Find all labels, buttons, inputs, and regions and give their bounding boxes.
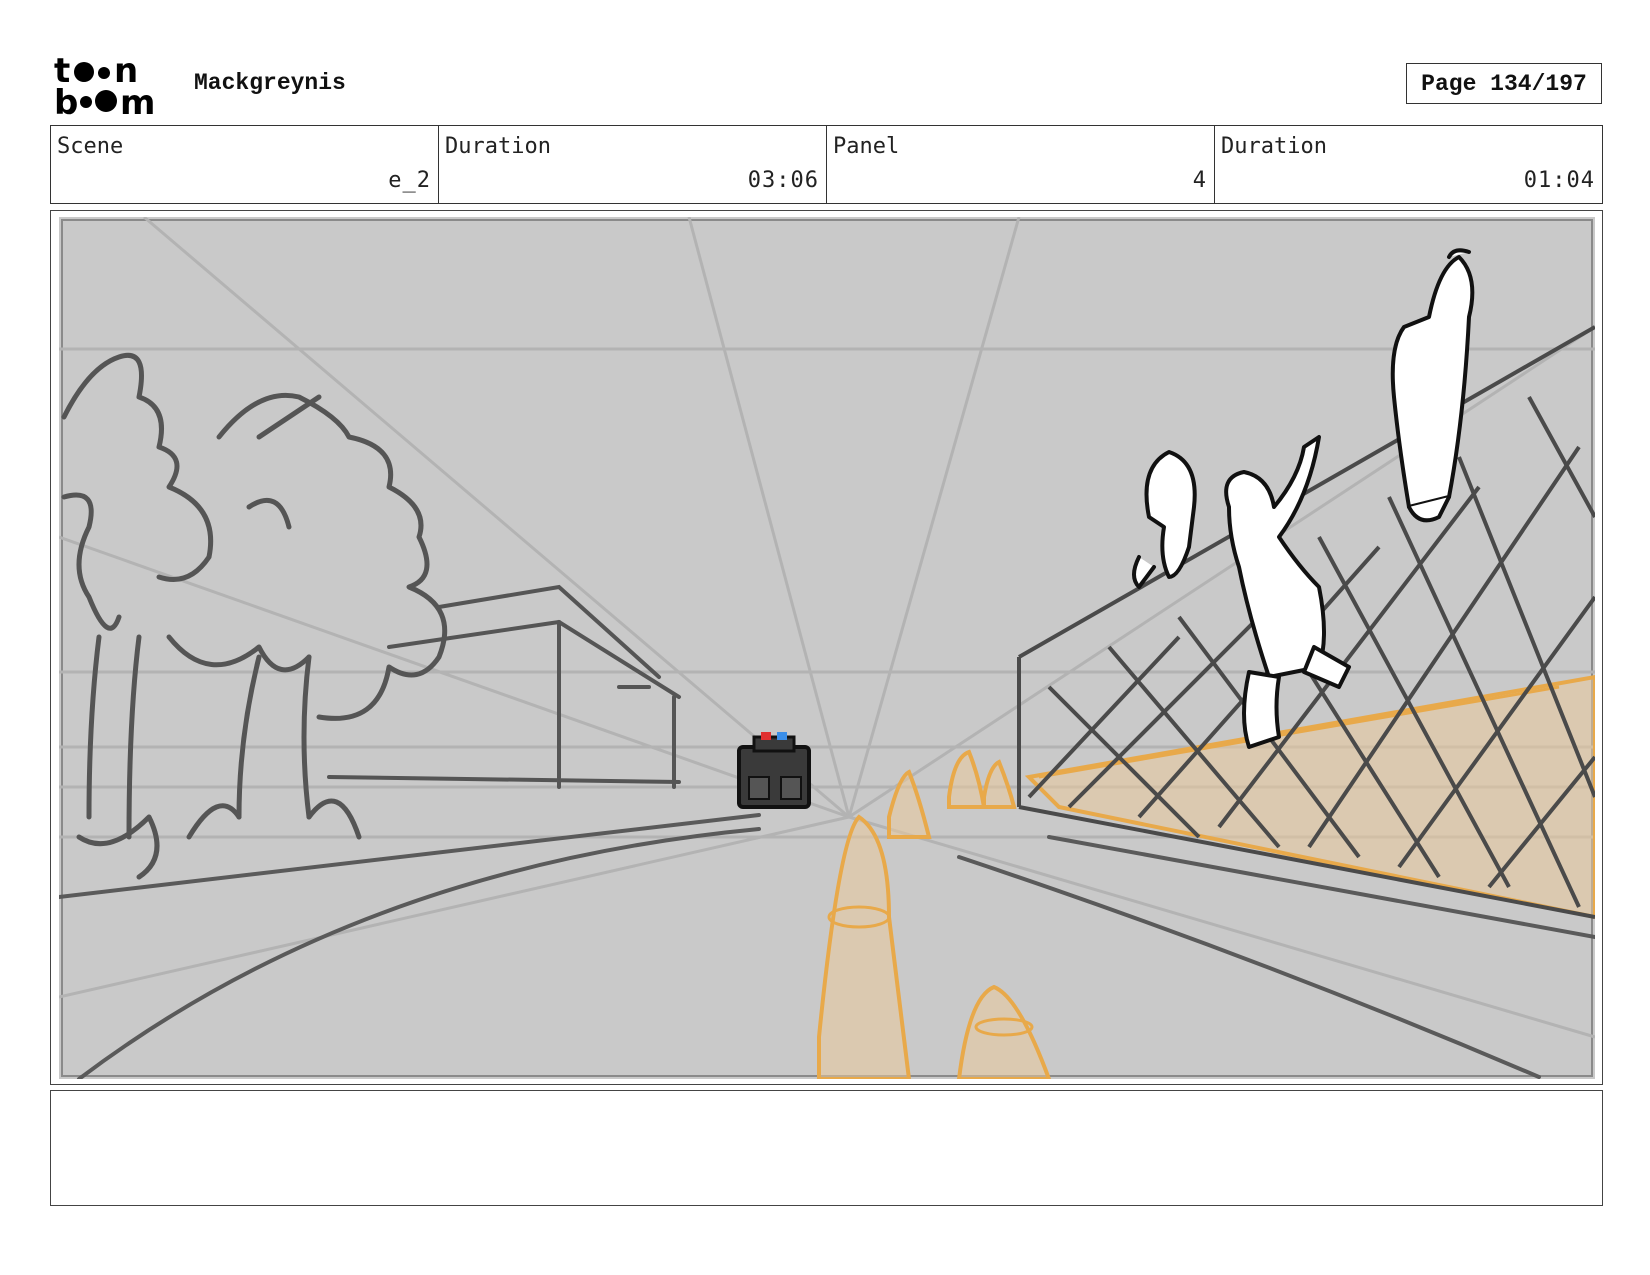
panel-notes xyxy=(50,1090,1603,1206)
svg-text:m: m xyxy=(120,83,155,116)
panel-cell: Panel 4 xyxy=(827,126,1215,203)
storyboard-sketch-icon xyxy=(59,217,1595,1079)
scene-cell: Scene e_2 xyxy=(51,126,439,203)
toon-boom-logo-icon: t n b m xyxy=(54,54,155,116)
panel-value: 4 xyxy=(1192,168,1207,193)
project-title: Mackgreynis xyxy=(194,70,346,96)
page-indicator: Page 134/197 xyxy=(1406,63,1602,104)
scene-duration-label: Duration xyxy=(445,134,551,159)
storyboard-panel xyxy=(50,210,1603,1085)
panel-duration-label: Duration xyxy=(1221,134,1327,159)
scene-duration-value: 03:06 xyxy=(747,168,819,193)
panel-label: Panel xyxy=(833,134,900,159)
panel-duration-value: 01:04 xyxy=(1523,168,1595,193)
panel-duration-cell: Duration 01:04 xyxy=(1215,126,1602,203)
scene-info-table: Scene e_2 Duration 03:06 Panel 4 Duratio… xyxy=(50,125,1603,204)
svg-text:b: b xyxy=(54,83,78,116)
scene-value: e_2 xyxy=(388,168,431,193)
scene-duration-cell: Duration 03:06 xyxy=(439,126,827,203)
scene-label: Scene xyxy=(57,134,124,159)
